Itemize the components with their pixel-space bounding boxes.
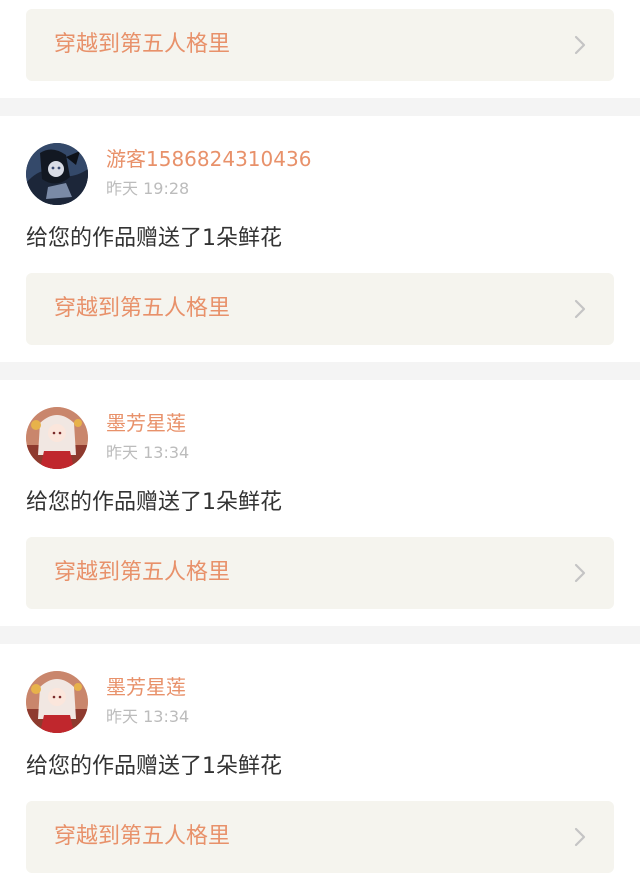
work-link[interactable]: 穿越到第五人格里: [26, 9, 614, 81]
avatar[interactable]: [26, 143, 88, 205]
notification-header: 墨芳星莲 昨天 13:34: [26, 407, 426, 469]
notification-card: 墨芳星莲 昨天 13:34 给您的作品赠送了1朵鲜花 穿越到第五人格里: [0, 380, 640, 626]
dark-anime-avatar-icon: [26, 143, 88, 205]
work-title: 穿越到第五人格里: [54, 32, 231, 57]
avatar[interactable]: [26, 671, 88, 733]
notification-card: 游客1586824310436 昨天 19:28 给您的作品赠送了1朵鲜花 穿越…: [0, 116, 640, 362]
timestamp: 昨天 13:34: [106, 707, 190, 726]
red-anime-girl-avatar-icon: [26, 671, 88, 733]
work-link[interactable]: 穿越到第五人格里: [26, 801, 614, 873]
notification-message: 给您的作品赠送了1朵鲜花: [26, 490, 282, 515]
notification-card-partial: 穿越到第五人格里: [0, 0, 640, 98]
avatar[interactable]: [26, 407, 88, 469]
notification-message: 给您的作品赠送了1朵鲜花: [26, 226, 282, 251]
notification-header: 墨芳星莲 昨天 13:34: [26, 671, 426, 733]
work-link[interactable]: 穿越到第五人格里: [26, 273, 614, 345]
notification-feed: 穿越到第五人格里 游客1586824310436 昨天 19:28 给您的作品赠…: [0, 0, 640, 882]
work-title: 穿越到第五人格里: [54, 560, 231, 585]
username[interactable]: 游客1586824310436: [106, 147, 311, 171]
chevron-right-icon: [574, 563, 586, 583]
chevron-right-icon: [574, 35, 586, 55]
notification-message: 给您的作品赠送了1朵鲜花: [26, 754, 282, 779]
notification-header: 游客1586824310436 昨天 19:28: [26, 143, 426, 205]
work-link[interactable]: 穿越到第五人格里: [26, 537, 614, 609]
timestamp: 昨天 19:28: [106, 179, 190, 198]
notification-card: 墨芳星莲 昨天 13:34 给您的作品赠送了1朵鲜花 穿越到第五人格里: [0, 644, 640, 882]
timestamp: 昨天 13:34: [106, 443, 190, 462]
work-title: 穿越到第五人格里: [54, 824, 231, 849]
username[interactable]: 墨芳星莲: [106, 411, 186, 435]
chevron-right-icon: [574, 299, 586, 319]
username[interactable]: 墨芳星莲: [106, 675, 186, 699]
work-title: 穿越到第五人格里: [54, 296, 231, 321]
chevron-right-icon: [574, 827, 586, 847]
red-anime-girl-avatar-icon: [26, 407, 88, 469]
